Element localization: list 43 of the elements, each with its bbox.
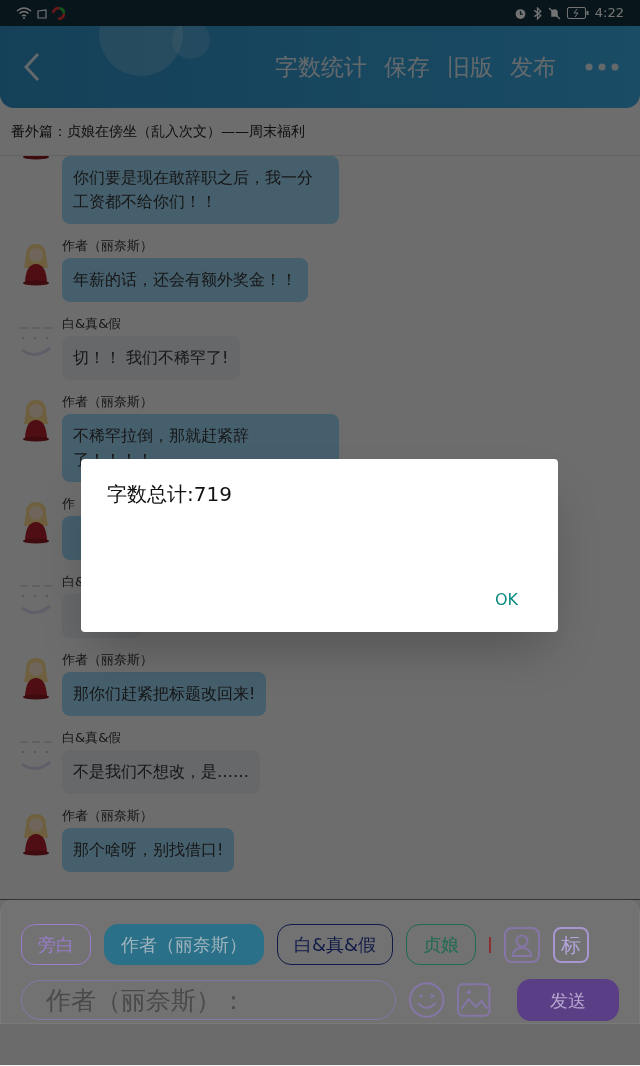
character-button[interactable] [504, 926, 541, 963]
message-bubble: 那个啥呀，别找借口! [62, 828, 235, 872]
wifi-icon [16, 7, 32, 19]
role-chip[interactable]: 白&真&假 [277, 924, 394, 965]
chapter-title: 番外篇：贞娘在傍坐（乱入次文）——周末福利 [11, 122, 305, 141]
image-icon[interactable] [457, 983, 491, 1017]
bag-icon [36, 7, 48, 19]
sender-name: 作者（丽奈斯） [62, 238, 153, 254]
role-chip[interactable]: 作者（丽奈斯） [104, 924, 264, 965]
ok-button[interactable]: OK [490, 588, 522, 612]
message-bubble: 切！！ 我们不稀罕了! [62, 336, 240, 380]
bluetooth-icon [532, 6, 542, 20]
sender-name: 作者（丽奈斯） [62, 652, 153, 668]
role-chip[interactable]: 贞娘 [406, 924, 477, 965]
sender-name: 白&真&假 [62, 730, 122, 746]
message-bubble: 年薪的话，还会有额外奖金！！ [62, 258, 308, 302]
text-cursor [489, 936, 492, 953]
alarm-icon [513, 6, 527, 20]
header-action[interactable]: 发布 [510, 49, 556, 85]
send-button[interactable]: 发送 [516, 979, 619, 1021]
tag-button[interactable]: 标 [553, 926, 590, 963]
sender-name: 作者（丽奈斯） [62, 808, 153, 824]
header-action[interactable]: 保存 [384, 49, 430, 85]
sender-name: 白&真&假 [62, 316, 122, 332]
message-bubble: 你们要是现在敢辞职之后，我一分工资都不给你们！！ [62, 156, 339, 224]
sender-name: 作者（丽奈斯） [62, 394, 153, 410]
sender-name: 作 [62, 496, 75, 512]
clock-time: 4:22 [594, 4, 624, 23]
back-button[interactable] [22, 51, 42, 83]
header-action[interactable]: 旧版 [447, 49, 493, 85]
more-button[interactable] [584, 62, 620, 72]
back-icon [22, 51, 42, 83]
header-action[interactable]: 字数统计 [275, 49, 367, 85]
battery-icon [566, 7, 589, 19]
person-icon [511, 932, 534, 957]
message-bubble: 那你们赶紧把标题改回来! [62, 672, 267, 716]
dialog-message: 字数总计:719 [107, 481, 233, 508]
app-logo-icon [52, 6, 65, 20]
bell-off-icon [547, 6, 561, 20]
message-bubble: 不是我们不想改，是…… [62, 750, 260, 794]
role-chip[interactable]: 旁白 [21, 924, 91, 965]
smiley-icon[interactable] [407, 981, 446, 1019]
more-icon [584, 62, 620, 72]
